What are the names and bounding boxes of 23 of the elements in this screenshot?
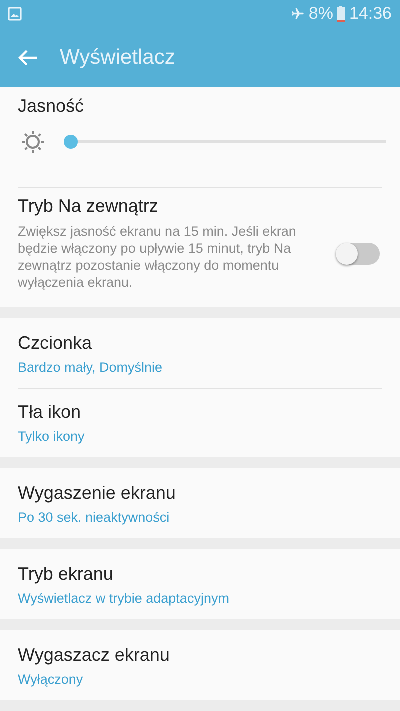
airplane-icon [290,7,305,21]
setting-title[interactable]: Tryb ekranu [18,564,382,585]
battery-percent: 8% [308,4,334,24]
setting-title[interactable]: Tła ikon [18,402,382,423]
slider-thumb[interactable] [64,134,78,148]
setting-value: Bardzo mały, Domyślnie [18,360,164,375]
sun-icon [20,128,46,154]
clock: 14:36 [349,4,392,24]
setting-value: Wyświetlacz w trybie adaptacyjnym [18,591,230,606]
setting-title[interactable]: Czcionka [18,333,382,354]
screen-title: Wyświetlacz [60,46,176,70]
setting-value: Po 30 sek. nieaktywności [18,510,171,525]
image-icon [8,7,22,21]
setting-value: Wyłączony [18,672,84,687]
setting-title[interactable]: Wygaszacz ekranu [18,645,382,666]
battery-icon [337,6,346,22]
back-arrow-icon[interactable] [18,48,38,66]
brightness-label: Jasność [18,96,86,116]
setting-description: Zwiększ jasność ekranu na 15 min. Jeśli ekran będzie włączony po upływie 15 minut, tryb Na zewnątrz pozostanie włączony do momentu wyłączenia ekranu. [18,223,298,291]
setting-title[interactable]: Wygaszenie ekranu [18,483,382,504]
toggle-switch[interactable] [336,243,380,265]
setting-title: Tryb Na zewnątrz [18,196,160,217]
setting-value: Tylko ikony [18,429,86,444]
